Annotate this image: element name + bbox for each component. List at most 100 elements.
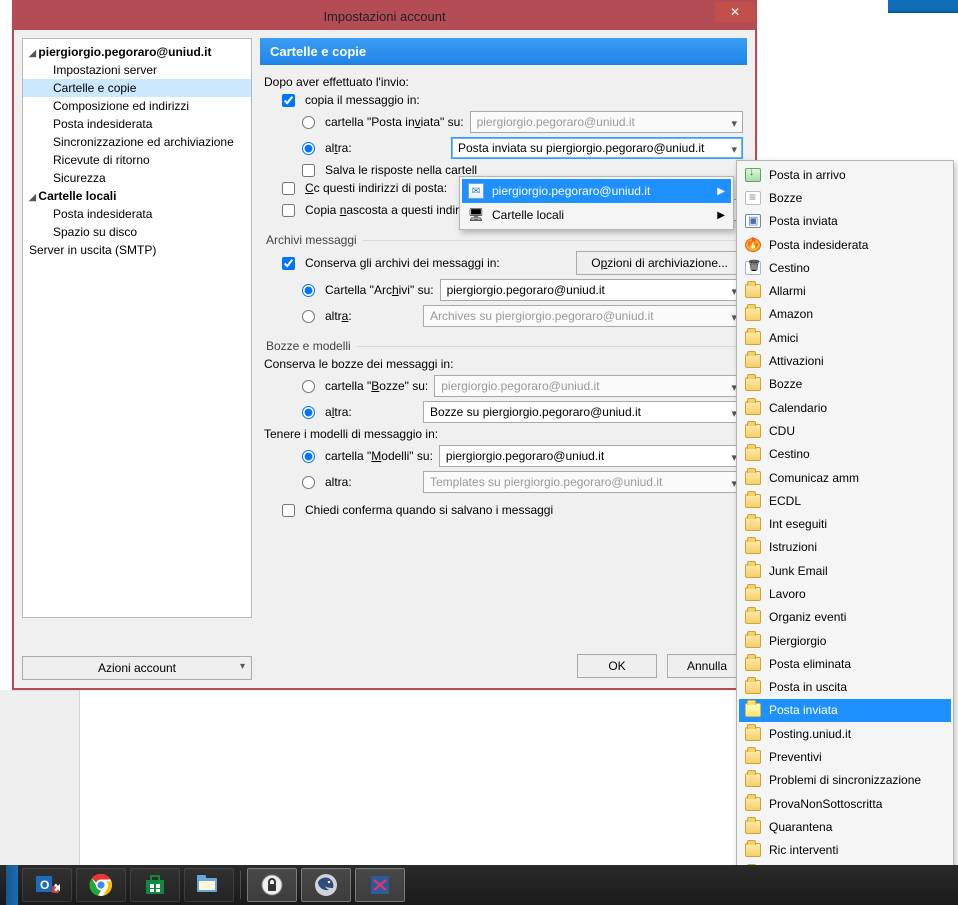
tree-item[interactable]: Sicurezza <box>23 169 251 187</box>
archive-other-radio[interactable] <box>302 310 315 323</box>
tree-item[interactable]: Spazio su disco <box>23 223 251 241</box>
folder-menu-item[interactable]: Bozze <box>739 186 951 209</box>
ok-button[interactable]: OK <box>577 654 657 678</box>
folder-menu-item[interactable]: Piergiorgio <box>739 629 951 652</box>
sent-folder-on-label[interactable]: cartella "Posta inviata" su: <box>325 115 464 129</box>
folder-menu-item[interactable]: Bozze <box>739 373 951 396</box>
tree-item[interactable]: Posta indesiderata <box>23 115 251 133</box>
drafts-folder-on-radio[interactable] <box>302 380 315 393</box>
folder-menu-item[interactable]: Int eseguiti <box>739 512 951 535</box>
folder-menu-item[interactable]: ProvaNonSottoscritta <box>739 792 951 815</box>
templates-other-radio[interactable] <box>302 476 315 489</box>
taskbar-chrome[interactable] <box>76 868 126 902</box>
archive-folder-on-label[interactable]: Cartella "Archivi" su: <box>325 283 434 297</box>
archive-other-label[interactable]: altra: <box>325 309 352 323</box>
archive-folder-on-radio[interactable] <box>302 284 315 297</box>
taskbar[interactable]: O✖ <box>0 865 958 905</box>
folder-menu-item[interactable]: Organiz eventi <box>739 606 951 629</box>
folder-menu-item[interactable]: Junk Email <box>739 559 951 582</box>
copy-message-label[interactable]: copia il messaggio in: <box>305 93 420 107</box>
archive-other-select[interactable]: Archives su piergiorgio.pegoraro@uniud.i… <box>423 305 743 327</box>
tree-item[interactable]: Impostazioni server <box>23 61 251 79</box>
templates-account-value: piergiorgio.pegoraro@uniud.it <box>446 449 604 463</box>
folder-menu-item[interactable]: Posta inviata <box>739 699 951 722</box>
copy-message-checkbox[interactable] <box>282 94 295 107</box>
folder-menu-item[interactable]: Posta eliminata <box>739 652 951 675</box>
folder-menu-item[interactable]: Istruzioni <box>739 536 951 559</box>
folder-menu-item[interactable]: Posta in arrivo <box>739 163 951 186</box>
tree-item[interactable]: Composizione ed indirizzi <box>23 97 251 115</box>
folder-menu-item[interactable]: Amici <box>739 326 951 349</box>
account-actions-button[interactable]: Azioni account ▾ <box>22 656 252 680</box>
folder-menu-item-label: ProvaNonSottoscritta <box>769 797 882 811</box>
taskbar-outlook[interactable]: O✖ <box>22 868 72 902</box>
tree-item[interactable]: Posta indesiderata <box>23 205 251 223</box>
folder-menu-item[interactable]: Preventivi <box>739 745 951 768</box>
bcc-checkbox[interactable] <box>282 204 295 217</box>
context-menu-item[interactable]: Cartelle locali▶ <box>462 203 731 227</box>
sent-other-select[interactable]: Posta inviata su piergiorgio.pegoraro@un… <box>451 137 743 159</box>
ask-confirm-label[interactable]: Chiedi conferma quando si salvano i mess… <box>305 503 553 517</box>
folder-menu-item[interactable]: Quarantena <box>739 815 951 838</box>
folder-menu-item[interactable]: Amazon <box>739 303 951 326</box>
save-replies-label[interactable]: Salva le risposte nella cartell <box>325 163 477 177</box>
folder-menu-item[interactable]: Lavoro <box>739 582 951 605</box>
templates-folder-on-label[interactable]: cartella "Modelli" su: <box>325 449 433 463</box>
taskbar-keepass[interactable] <box>247 868 297 902</box>
folder-menu-item[interactable]: Posting.uniud.it <box>739 722 951 745</box>
cc-label[interactable]: Cc questi indirizzi di posta: <box>305 181 447 195</box>
tree-item[interactable]: piergiorgio.pegoraro@uniud.it <box>23 43 251 61</box>
accounts-tree[interactable]: piergiorgio.pegoraro@uniud.itImpostazion… <box>22 38 252 618</box>
sent-other-label[interactable]: altra: <box>325 141 352 155</box>
folder-menu-item[interactable]: CDU <box>739 419 951 442</box>
drafts-other-label[interactable]: altra: <box>325 405 352 419</box>
folder-menu-item[interactable]: ECDL <box>739 489 951 512</box>
templates-folder-on-radio[interactable] <box>302 450 315 463</box>
sent-other-radio[interactable] <box>302 142 315 155</box>
folder-menu-item[interactable]: Problemi di sincronizzazione <box>739 769 951 792</box>
folder-menu-item[interactable]: Cestino <box>739 443 951 466</box>
folder-icon <box>745 424 761 438</box>
start-button[interactable] <box>6 865 18 905</box>
templates-other-label[interactable]: altra: <box>325 475 352 489</box>
folder-menu-item[interactable]: Ric interventi <box>739 839 951 862</box>
folder-menu-item[interactable]: Attivazioni <box>739 349 951 372</box>
sent-folder-on-radio[interactable] <box>302 116 315 129</box>
folder-menu-item[interactable]: Cestino <box>739 256 951 279</box>
drafts-other-select[interactable]: Bozze su piergiorgio.pegoraro@uniud.it <box>423 401 743 423</box>
folder-menu-item[interactable]: Comunicaz amm <box>739 466 951 489</box>
tree-item[interactable]: Cartelle locali <box>23 187 251 205</box>
cancel-button[interactable]: Annulla <box>667 654 747 678</box>
templates-other-select[interactable]: Templates su piergiorgio.pegoraro@uniud.… <box>423 471 743 493</box>
taskbar-app[interactable] <box>355 868 405 902</box>
folders-submenu[interactable]: Posta in arrivoBozzePosta inviataPosta i… <box>736 160 954 888</box>
titlebar[interactable]: Impostazioni account ✕ <box>14 2 755 30</box>
folder-menu-item[interactable]: Allarmi <box>739 279 951 302</box>
folder-menu-item[interactable]: Calendario <box>739 396 951 419</box>
tree-item[interactable]: Server in uscita (SMTP) <box>23 241 251 259</box>
archive-account-select[interactable]: piergiorgio.pegoraro@uniud.it <box>440 279 743 301</box>
archive-keep-checkbox[interactable] <box>282 257 295 270</box>
templates-account-select[interactable]: piergiorgio.pegoraro@uniud.it <box>439 445 743 467</box>
tree-item[interactable]: Ricevute di ritorno <box>23 151 251 169</box>
folder-menu-item[interactable]: Posta indesiderata <box>739 233 951 256</box>
taskbar-explorer[interactable] <box>184 868 234 902</box>
cc-checkbox[interactable] <box>282 182 295 195</box>
tree-item[interactable]: Sincronizzazione ed archiviazione <box>23 133 251 151</box>
drafts-account-select[interactable]: piergiorgio.pegoraro@uniud.it <box>434 375 743 397</box>
sent-folder-account-select[interactable]: piergiorgio.pegoraro@uniud.it <box>470 111 743 133</box>
taskbar-thunderbird[interactable] <box>301 868 351 902</box>
ask-confirm-checkbox[interactable] <box>282 504 295 517</box>
drafts-folder-on-label[interactable]: cartella "Bozze" su: <box>325 379 428 393</box>
archive-options-button[interactable]: Opzioni di archiviazione... <box>576 251 743 275</box>
drafts-other-radio[interactable] <box>302 406 315 419</box>
tree-item[interactable]: Cartelle e copie <box>23 79 251 97</box>
folder-source-menu[interactable]: piergiorgio.pegoraro@uniud.it▶Cartelle l… <box>459 176 734 230</box>
close-button[interactable]: ✕ <box>715 2 755 22</box>
archive-keep-label[interactable]: Conserva gli archivi dei messaggi in: <box>305 256 500 270</box>
taskbar-store[interactable] <box>130 868 180 902</box>
context-menu-item[interactable]: piergiorgio.pegoraro@uniud.it▶ <box>462 179 731 203</box>
folder-menu-item[interactable]: Posta in uscita <box>739 676 951 699</box>
folder-menu-item[interactable]: Posta inviata <box>739 210 951 233</box>
save-replies-checkbox[interactable] <box>302 164 315 177</box>
